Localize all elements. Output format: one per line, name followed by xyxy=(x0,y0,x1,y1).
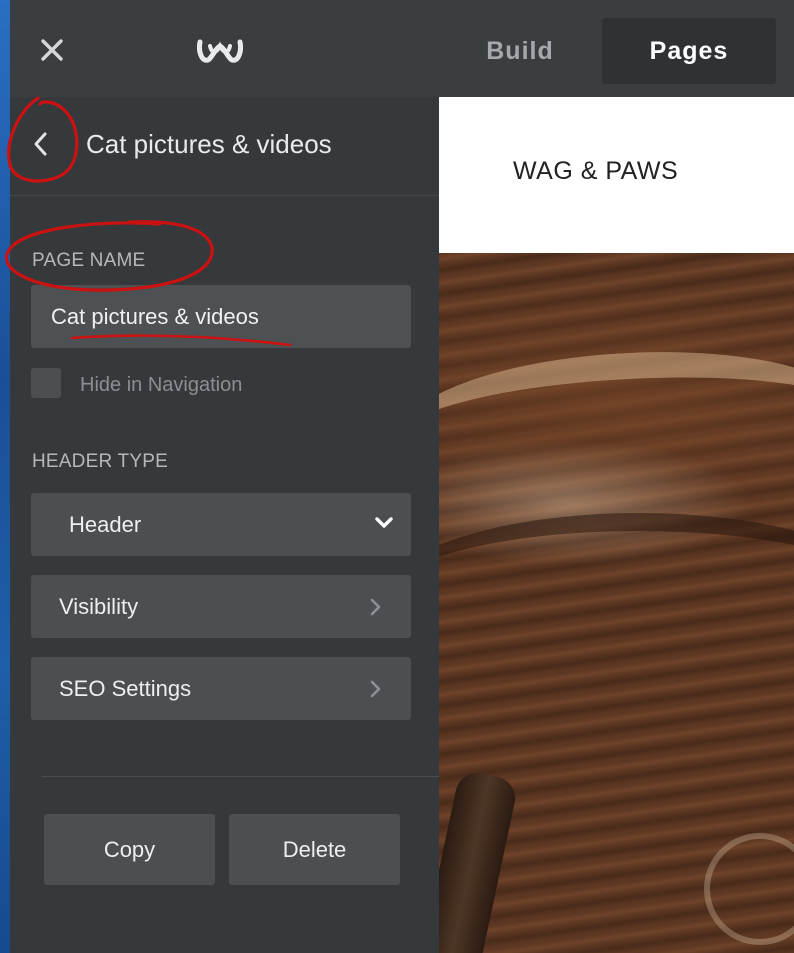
chevron-down-icon xyxy=(375,517,393,528)
back-button[interactable] xyxy=(30,131,52,157)
seo-settings-button[interactable]: SEO Settings xyxy=(31,657,411,720)
seo-settings-label: SEO Settings xyxy=(59,676,192,701)
weebly-logo-icon xyxy=(197,39,243,63)
visibility-label: Visibility xyxy=(59,594,139,619)
hide-in-navigation-label: Hide in Navigation xyxy=(80,374,243,396)
hero-object xyxy=(683,812,794,953)
divider xyxy=(42,776,439,777)
hero-highlight xyxy=(439,341,794,511)
hero-shadow xyxy=(439,513,794,691)
site-title[interactable]: WAG & PAWS xyxy=(513,157,678,186)
desktop-background xyxy=(0,0,10,953)
site-preview: WAG & PAWS xyxy=(439,97,794,953)
hero-image xyxy=(439,253,794,953)
hide-in-navigation-checkbox[interactable] xyxy=(31,368,61,398)
page-name-input[interactable] xyxy=(31,285,411,348)
chevron-left-icon xyxy=(34,132,47,156)
panel-title: Cat pictures & videos xyxy=(86,129,332,159)
hero-object xyxy=(439,768,520,953)
page-settings-panel: Cat pictures & videos PAGE NAME Hide in … xyxy=(10,97,439,953)
panel-header: Cat pictures & videos xyxy=(10,97,439,196)
delete-button[interactable]: Delete xyxy=(229,814,400,885)
copy-button[interactable]: Copy xyxy=(44,814,215,885)
header-type-value: Header xyxy=(69,512,142,537)
tab-build[interactable]: Build xyxy=(462,18,578,84)
site-header: WAG & PAWS xyxy=(439,97,794,253)
close-icon xyxy=(41,39,63,61)
header-type-dropdown[interactable]: Header xyxy=(31,493,411,556)
top-bar: Build Pages xyxy=(10,0,794,97)
close-button[interactable] xyxy=(38,36,66,64)
visibility-button[interactable]: Visibility xyxy=(31,575,411,638)
chevron-right-icon xyxy=(370,598,381,616)
tab-pages[interactable]: Pages xyxy=(602,18,776,84)
editor-window: Build Pages Cat pictures & videos PAGE N… xyxy=(10,0,794,953)
header-type-label: HEADER TYPE xyxy=(32,451,168,472)
page-name-label: PAGE NAME xyxy=(32,250,146,271)
chevron-right-icon xyxy=(370,680,381,698)
